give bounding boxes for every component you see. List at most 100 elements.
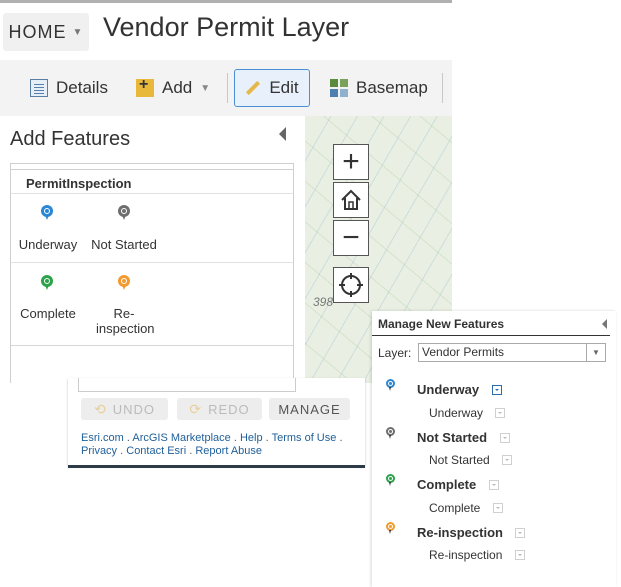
footer-links: Esri.com . ArcGIS Marketplace . Help . T…: [81, 432, 343, 457]
link-marketplace[interactable]: ArcGIS Marketplace: [132, 432, 230, 444]
home-label: HOME: [8, 21, 67, 42]
zoom-out-glyph: −: [342, 221, 360, 254]
map-pin-icon: [118, 205, 130, 220]
home-extent-button[interactable]: [333, 182, 369, 218]
divider: [11, 262, 293, 263]
add-button[interactable]: Add ▼: [136, 76, 211, 98]
manage-subitem[interactable]: Re-inspection: [429, 546, 525, 564]
template-label: Re-inspection: [96, 306, 155, 336]
divider: [11, 193, 293, 194]
map-pin-icon: [41, 275, 53, 290]
add-icon: [136, 76, 154, 97]
pencil-icon: [246, 80, 261, 96]
layer-select-value: Vendor Permits: [422, 345, 505, 359]
map-pin-icon: [386, 379, 395, 391]
manage-subitem[interactable]: Complete: [429, 499, 503, 517]
add-label: Add: [162, 78, 193, 97]
map-pin-icon: [386, 522, 395, 534]
redo-icon: ⟳: [189, 400, 203, 417]
template-re-inspection[interactable]: Re-inspection: [86, 268, 162, 338]
link-abuse[interactable]: Report Abuse: [195, 445, 262, 457]
toolbar-divider: [442, 73, 443, 103]
chevron-down-icon[interactable]: [502, 454, 513, 465]
map-pin-icon: [118, 275, 130, 290]
basemap-icon: [330, 79, 348, 97]
edit-label: Edit: [269, 78, 299, 97]
template-label: Underway: [18, 237, 78, 252]
link-terms[interactable]: Terms of Use: [272, 432, 337, 444]
zoom-in-glyph: +: [342, 145, 360, 178]
redo-button[interactable]: ⟳ REDO: [177, 398, 262, 420]
home-button[interactable]: HOME ▼: [3, 13, 89, 51]
manage-subitem-label: Not Started: [429, 453, 490, 467]
template-underway[interactable]: Underway: [12, 198, 82, 258]
manage-subitem-label: Re-inspection: [429, 548, 503, 562]
layer-select[interactable]: Vendor Permits ▼: [418, 343, 606, 362]
layer-label: Layer:: [378, 346, 412, 360]
add-features-title: Add Features: [10, 128, 131, 150]
chevron-down-icon: ▼: [586, 344, 605, 361]
manage-item-complete[interactable]: Complete: [417, 476, 499, 494]
chevron-down-icon[interactable]: [495, 407, 506, 418]
chevron-down-icon[interactable]: [491, 384, 502, 395]
home-icon: [341, 189, 361, 210]
basemap-button[interactable]: Basemap: [330, 78, 428, 98]
toolbar-divider: [227, 73, 228, 103]
manage-subitem[interactable]: Underway: [429, 404, 506, 422]
manage-item-name: Re-inspection: [417, 525, 503, 540]
chevron-down-icon[interactable]: [492, 502, 503, 513]
manage-item-name: Complete: [417, 477, 477, 492]
map-pin-icon: [386, 474, 395, 486]
manage-subitem-label: Complete: [429, 501, 481, 515]
manage-panel-title: Manage New Features: [378, 317, 505, 331]
chevron-down-icon[interactable]: [514, 549, 525, 560]
details-icon: [30, 79, 48, 97]
chevron-down-icon: ▼: [200, 82, 211, 94]
template-complete[interactable]: Complete: [12, 268, 82, 338]
chevron-down-icon[interactable]: [515, 527, 526, 538]
edit-button[interactable]: Edit: [234, 69, 310, 107]
top-divider: [0, 0, 452, 3]
collapse-panel-icon[interactable]: [279, 127, 286, 141]
template-label: Complete: [20, 306, 76, 321]
locate-icon: [339, 273, 363, 297]
undo-button[interactable]: ⟲ UNDO: [81, 398, 168, 420]
divider: [11, 345, 293, 346]
map-pin-icon: [386, 427, 395, 439]
basemap-label: Basemap: [356, 78, 428, 97]
manage-item-name: Not Started: [417, 430, 488, 445]
chevron-down-icon: ▼: [72, 26, 84, 38]
manage-item-not-started[interactable]: Not Started: [417, 429, 510, 447]
link-esri[interactable]: Esri.com: [81, 432, 124, 444]
manage-label: MANAGE: [278, 401, 341, 417]
manage-item-re-inspection[interactable]: Re-inspection: [417, 524, 526, 542]
map-contour-label: 398: [313, 295, 334, 309]
template-layer-name: PermitInspection: [26, 176, 132, 191]
redo-label: REDO: [208, 401, 250, 417]
zoom-out-button[interactable]: −: [333, 220, 369, 256]
undo-label: UNDO: [112, 401, 155, 417]
link-privacy[interactable]: Privacy: [81, 445, 117, 457]
collapse-panel-icon[interactable]: [602, 319, 607, 329]
manage-item-underway[interactable]: Underway: [417, 381, 502, 399]
chevron-down-icon[interactable]: [488, 479, 499, 490]
page-title: Vendor Permit Layer: [103, 12, 350, 42]
details-label: Details: [56, 78, 108, 97]
link-help[interactable]: Help: [240, 432, 263, 444]
chevron-down-icon[interactable]: [499, 432, 510, 443]
details-button[interactable]: Details: [30, 78, 108, 98]
zoom-in-button[interactable]: +: [333, 144, 369, 180]
map-pin-icon: [41, 205, 53, 220]
manage-item-name: Underway: [417, 382, 480, 397]
manage-subitem-label: Underway: [429, 406, 484, 420]
link-contact[interactable]: Contact Esri: [126, 445, 186, 457]
manage-button[interactable]: MANAGE: [269, 398, 350, 420]
undo-icon: ⟲: [93, 400, 107, 417]
footer-edge: [68, 465, 365, 468]
locate-button[interactable]: [333, 267, 369, 303]
template-not-started[interactable]: Not Started: [86, 198, 162, 258]
template-label: Not Started: [91, 237, 157, 252]
divider: [372, 335, 610, 336]
manage-subitem[interactable]: Not Started: [429, 451, 513, 469]
template-box-bottom: [78, 378, 296, 392]
